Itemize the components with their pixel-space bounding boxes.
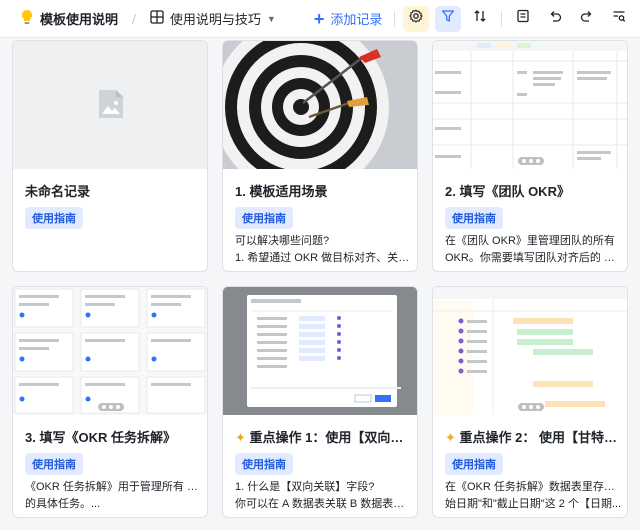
image-placeholder-icon bbox=[97, 88, 125, 125]
dartboard-image bbox=[223, 41, 417, 169]
record-card[interactable]: 未命名记录 使用指南 bbox=[12, 40, 208, 272]
card-description: 1. 什么是【双向关联】字段? 你可以在 A 数据表关联 B 数据表的一... bbox=[235, 479, 413, 513]
card-cover bbox=[433, 41, 627, 169]
card-title: 3. 填写《OKR 任务拆解》 bbox=[25, 430, 176, 445]
card-description: 在《团队 OKR》里管理团队的所有 OKR。你需要填写团队对齐后的 O（... bbox=[445, 233, 623, 267]
card-description: 在《OKR 任务拆解》数据表里存在"开 始日期"和"截止日期"这 2 个【日期.… bbox=[445, 479, 623, 513]
card-view-screenshot-image bbox=[13, 287, 207, 415]
search-button[interactable] bbox=[606, 6, 632, 32]
carousel-dots[interactable] bbox=[98, 403, 124, 411]
toolbar: 模板使用说明 / 使用说明与技巧 ▼ + 添加记录 bbox=[0, 0, 640, 38]
sort-button[interactable] bbox=[467, 6, 493, 32]
search-list-icon bbox=[612, 9, 626, 28]
description-line: 在《OKR 任务拆解》数据表里存在"开 bbox=[445, 481, 623, 493]
card-cover bbox=[223, 41, 417, 169]
description-line: 1. 希望通过 OKR 做目标对齐、关键... bbox=[235, 252, 413, 264]
doc-title: 模板使用说明 bbox=[40, 12, 119, 27]
doc-title-item[interactable]: 模板使用说明 bbox=[16, 6, 122, 32]
toolbar-divider-2 bbox=[501, 10, 503, 27]
description-line: 可以解决哪些问题? bbox=[235, 235, 330, 247]
undo-button[interactable] bbox=[542, 6, 568, 32]
form-button[interactable] bbox=[510, 6, 536, 32]
dialog-screenshot-image bbox=[223, 287, 417, 415]
filter-button[interactable] bbox=[435, 5, 462, 32]
description-line: 在《团队 OKR》里管理团队的所有 bbox=[445, 235, 615, 247]
card-title: 1. 模板适用场景 bbox=[235, 184, 328, 199]
gear-icon bbox=[409, 9, 424, 28]
card-description: 《OKR 任务拆解》用于管理所有 KR 下 的具体任务。... bbox=[25, 479, 203, 513]
card-description: 可以解决哪些问题? 1. 希望通过 OKR 做目标对齐、关键... bbox=[235, 233, 413, 267]
card-cover bbox=[223, 287, 417, 415]
card-cover bbox=[13, 287, 207, 415]
toolbar-divider bbox=[394, 10, 396, 27]
gantt-screenshot-image bbox=[433, 287, 627, 415]
description-line: OKR。你需要填写团队对齐后的 O（... bbox=[445, 252, 623, 264]
table-screenshot-image bbox=[433, 41, 627, 169]
description-line: 你可以在 A 数据表关联 B 数据表的一... bbox=[235, 498, 413, 510]
category-tag: 使用指南 bbox=[25, 207, 83, 229]
card-cover bbox=[13, 41, 207, 169]
description-line: 1. 什么是【双向关联】字段? bbox=[235, 481, 375, 493]
undo-icon bbox=[548, 9, 562, 28]
card-title: ✦ 重点操作 2： 使用【甘特视... bbox=[445, 427, 621, 446]
record-card[interactable]: 2. 填写《团队 OKR》 使用指南 在《团队 OKR》里管理团队的所有 OKR… bbox=[432, 40, 628, 272]
caret-down-icon: ▼ bbox=[266, 13, 276, 24]
settings-button[interactable] bbox=[403, 5, 430, 32]
record-card[interactable]: 1. 模板适用场景 使用指南 可以解决哪些问题? 1. 希望通过 OKR 做目标… bbox=[222, 40, 418, 272]
add-record-button[interactable]: + 添加记录 bbox=[310, 6, 387, 32]
sparkle-icon: ✦ bbox=[445, 430, 456, 445]
description-line: 始日期"和"截止日期"这 2 个【日期... bbox=[445, 498, 622, 510]
document-icon bbox=[516, 9, 530, 28]
filter-icon bbox=[441, 9, 455, 28]
category-tag: 使用指南 bbox=[445, 207, 503, 229]
category-tag: 使用指南 bbox=[235, 207, 293, 229]
carousel-dots[interactable] bbox=[518, 157, 544, 165]
card-title: ✦ 重点操作 1：使用【双向关... bbox=[235, 427, 411, 446]
category-tag: 使用指南 bbox=[25, 453, 83, 475]
category-tag: 使用指南 bbox=[235, 453, 293, 475]
card-title-text: 重点操作 1：使用【双向关... bbox=[249, 430, 411, 445]
description-line: 的具体任务。... bbox=[25, 498, 101, 510]
description-line: 《OKR 任务拆解》用于管理所有 KR 下 bbox=[25, 481, 203, 493]
view-switcher[interactable]: 使用说明与技巧 ▼ bbox=[146, 6, 280, 32]
category-tag: 使用指南 bbox=[445, 453, 503, 475]
breadcrumb-separator: / bbox=[132, 10, 136, 27]
card-cover bbox=[433, 287, 627, 415]
view-name: 使用说明与技巧 bbox=[169, 12, 261, 27]
record-card[interactable]: ✦ 重点操作 2： 使用【甘特视... 使用指南 在《OKR 任务拆解》数据表里… bbox=[432, 286, 628, 518]
record-card[interactable]: 3. 填写《OKR 任务拆解》 使用指南 《OKR 任务拆解》用于管理所有 KR… bbox=[12, 286, 208, 518]
card-title: 未命名记录 bbox=[25, 184, 91, 199]
add-record-label: 添加记录 bbox=[330, 12, 383, 27]
card-title-text: 重点操作 2： 使用【甘特视... bbox=[459, 430, 621, 445]
card-title: 2. 填写《团队 OKR》 bbox=[445, 184, 570, 199]
sort-icon bbox=[473, 9, 487, 28]
redo-icon bbox=[580, 9, 594, 28]
grid-view-icon bbox=[150, 10, 164, 27]
lightbulb-icon bbox=[20, 9, 34, 28]
plus-icon: + bbox=[313, 8, 325, 29]
sparkle-icon: ✦ bbox=[235, 430, 246, 445]
card-grid: 未命名记录 使用指南 1. 模板适用场景 使用指南 可以解决哪些问题? 1. 希… bbox=[12, 40, 628, 530]
redo-button[interactable] bbox=[574, 6, 600, 32]
record-card[interactable]: ✦ 重点操作 1：使用【双向关... 使用指南 1. 什么是【双向关联】字段? … bbox=[222, 286, 418, 518]
carousel-dots[interactable] bbox=[518, 403, 544, 411]
